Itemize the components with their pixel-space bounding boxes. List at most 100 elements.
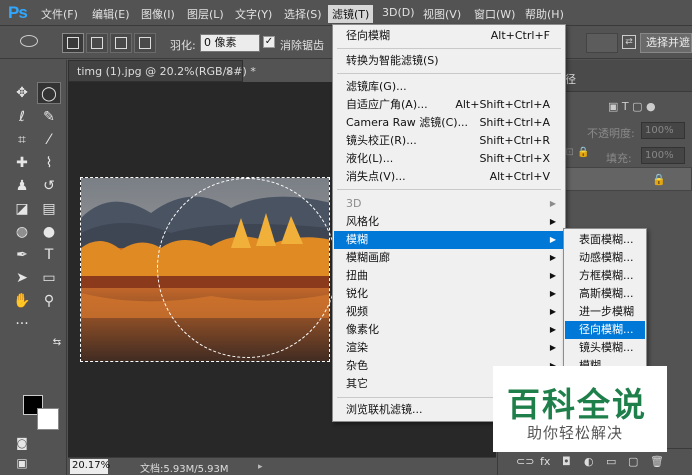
chevron-right-icon: ▶ (549, 325, 556, 334)
submenu-blur-gallery-label: 模糊画廊 (346, 251, 390, 264)
link-layers-icon[interactable]: ⊂⊃ (516, 455, 534, 468)
menu-separator (337, 73, 561, 74)
convert-smart-filter-item[interactable]: 转换为智能滤镜(S) (334, 52, 564, 70)
quick-selection-icon[interactable]: ✎ (37, 106, 61, 128)
chevron-right-icon: ▶ (549, 307, 556, 316)
eraser-icon[interactable]: ◪ (10, 198, 34, 220)
path-selection-icon[interactable]: ➤ (10, 267, 34, 289)
submenu-video-label: 视频 (346, 305, 368, 318)
submenu-render[interactable]: 渲染 ▶ (334, 339, 564, 357)
submenu-blur-gallery[interactable]: 模糊画廊 ▶ (334, 249, 564, 267)
dodge-icon[interactable]: ● (37, 221, 61, 243)
clone-stamp-icon[interactable]: ♟ (10, 175, 34, 197)
close-icon[interactable]: × (225, 65, 234, 78)
submenu-stylize[interactable]: 风格化 ▶ (334, 213, 564, 231)
menu-edit[interactable]: 编辑(E) (92, 6, 130, 22)
healing-brush-icon[interactable]: ✚ (10, 152, 34, 174)
liquify-item[interactable]: 液化(L)... Shift+Ctrl+X (334, 150, 564, 168)
layer-filter-icons[interactable]: ▣ T ▢ ● (608, 100, 656, 113)
move-tool-icon[interactable]: ✥ (10, 82, 34, 104)
vanishing-point-item[interactable]: 消失点(V)... Alt+Ctrl+V (334, 168, 564, 186)
filter-gallery-label: 滤镜库(G)... (346, 80, 407, 93)
menu-separator (337, 48, 561, 49)
delete-layer-icon[interactable]: 🗑 (650, 455, 664, 468)
camera-raw-item[interactable]: Camera Raw 滤镜(C)... Shift+Ctrl+A (334, 114, 564, 132)
menu-window[interactable]: 窗口(W) (474, 6, 515, 22)
feather-input[interactable]: 0 像素 (200, 34, 260, 52)
submenu-blur[interactable]: 模糊 ▶ (334, 231, 564, 249)
radial-blur-item[interactable]: 径向模糊... (565, 321, 645, 339)
more-tools-icon[interactable]: ··· (10, 313, 34, 335)
lens-blur-item[interactable]: 镜头模糊... (565, 339, 645, 357)
menu-3d[interactable]: 3D(D) (382, 6, 415, 19)
select-and-mask-button[interactable]: 选择并遮 (640, 33, 692, 53)
last-filter-item[interactable]: 径向模糊 Alt+Ctrl+F (334, 27, 564, 45)
hand-icon[interactable]: ✋ (10, 290, 34, 312)
adaptive-wide-angle-shortcut: Alt+Shift+Ctrl+A (455, 98, 550, 111)
menu-type[interactable]: 文字(Y) (235, 6, 272, 22)
chevron-right-icon: ▶ (549, 199, 556, 208)
menu-filter[interactable]: 滤镜(T) (328, 5, 374, 23)
document-size-info: 文档:5.93M/5.93M (140, 464, 229, 475)
new-selection-icon[interactable] (62, 33, 84, 53)
info-arrow-icon[interactable]: ▸ (258, 462, 263, 472)
rectangle-icon[interactable]: ▭ (37, 267, 61, 289)
elliptical-marquee-icon[interactable]: ◯ (37, 82, 61, 104)
motion-blur-item[interactable]: 动感模糊... (565, 249, 645, 267)
type-tool-icon[interactable]: T (37, 244, 61, 266)
submenu-pixelate-label: 像素化 (346, 323, 379, 336)
menu-layer[interactable]: 图层(L) (187, 6, 224, 22)
gradient-icon[interactable]: ▤ (37, 198, 61, 220)
submenu-stylize-label: 风格化 (346, 215, 379, 228)
new-layer-icon[interactable]: ▢ (628, 455, 638, 468)
brush-icon[interactable]: ⌇ (37, 152, 61, 174)
menu-view[interactable]: 视图(V) (423, 6, 461, 22)
blur-more-item[interactable]: 进一步模糊 (565, 303, 645, 321)
document-tab[interactable]: timg (1).jpg @ 20.2%(RGB/8#) * × (68, 60, 256, 82)
blur-tool-icon[interactable]: ◍ (10, 221, 34, 243)
zoom-icon[interactable]: ⚲ (37, 290, 61, 312)
opacity-input[interactable]: 100% (641, 122, 685, 139)
box-blur-item[interactable]: 方框模糊... (565, 267, 645, 285)
subtract-selection-icon[interactable] (110, 33, 132, 53)
fx-icon[interactable]: fx (540, 455, 550, 468)
history-brush-icon[interactable]: ↺ (37, 175, 61, 197)
camera-raw-shortcut: Shift+Ctrl+A (479, 116, 550, 129)
zoom-field[interactable]: 20.17% (70, 459, 110, 474)
lasso-icon[interactable]: ℓ (10, 106, 34, 128)
quick-mask-icon[interactable]: ◙ (10, 432, 34, 454)
camera-raw-label: Camera Raw 滤镜(C)... (346, 116, 469, 129)
filter-gallery-item[interactable]: 滤镜库(G)... (334, 78, 564, 96)
group-icon[interactable]: ▭ (606, 455, 616, 468)
swap-colors-icon[interactable]: ⇆ (45, 332, 69, 354)
antialias-checkbox[interactable]: ✓ (263, 36, 275, 48)
pen-icon[interactable]: ✒ (10, 244, 34, 266)
lens-correction-item[interactable]: 镜头校正(R)... Shift+Ctrl+R (334, 132, 564, 150)
style-field[interactable] (586, 33, 618, 53)
tools-panel: ✥ ◯ ℓ ✎ ⌗ ⁄ ✚ ⌇ ♟ ↺ ◪ ▤ ◍ ● ✒ T ➤ ▭ ✋ ⚲ … (5, 60, 67, 475)
ellipse-marquee-icon[interactable] (20, 35, 38, 47)
crop-icon[interactable]: ⌗ (10, 129, 34, 151)
background-color-swatch[interactable] (37, 408, 59, 430)
adaptive-wide-angle-item[interactable]: 自适应广角(A)... Alt+Shift+Ctrl+A (334, 96, 564, 114)
background-layer-row[interactable] (554, 167, 692, 191)
menu-file[interactable]: 文件(F) (41, 6, 78, 22)
adjustment-icon[interactable]: ◐ (584, 455, 594, 468)
mask-icon[interactable]: ◘ (562, 455, 571, 468)
menu-help[interactable]: 帮助(H) (525, 6, 564, 22)
submenu-distort[interactable]: 扭曲 ▶ (334, 267, 564, 285)
fill-input[interactable]: 100% (641, 147, 685, 164)
surface-blur-item[interactable]: 表面模糊... (565, 231, 645, 249)
submenu-pixelate[interactable]: 像素化 ▶ (334, 321, 564, 339)
menu-image[interactable]: 图像(I) (141, 6, 175, 22)
intersect-selection-icon[interactable] (134, 33, 156, 53)
chevron-right-icon: ▶ (549, 271, 556, 280)
gaussian-blur-item[interactable]: 高斯模糊... (565, 285, 645, 303)
add-selection-icon[interactable] (86, 33, 108, 53)
swap-icon[interactable]: ⇄ (622, 35, 636, 49)
eyedropper-icon[interactable]: ⁄ (37, 129, 61, 151)
menu-select[interactable]: 选择(S) (284, 6, 322, 22)
screen-mode-icon[interactable]: ▣ (10, 452, 34, 474)
submenu-video[interactable]: 视频 ▶ (334, 303, 564, 321)
submenu-sharpen[interactable]: 锐化 ▶ (334, 285, 564, 303)
